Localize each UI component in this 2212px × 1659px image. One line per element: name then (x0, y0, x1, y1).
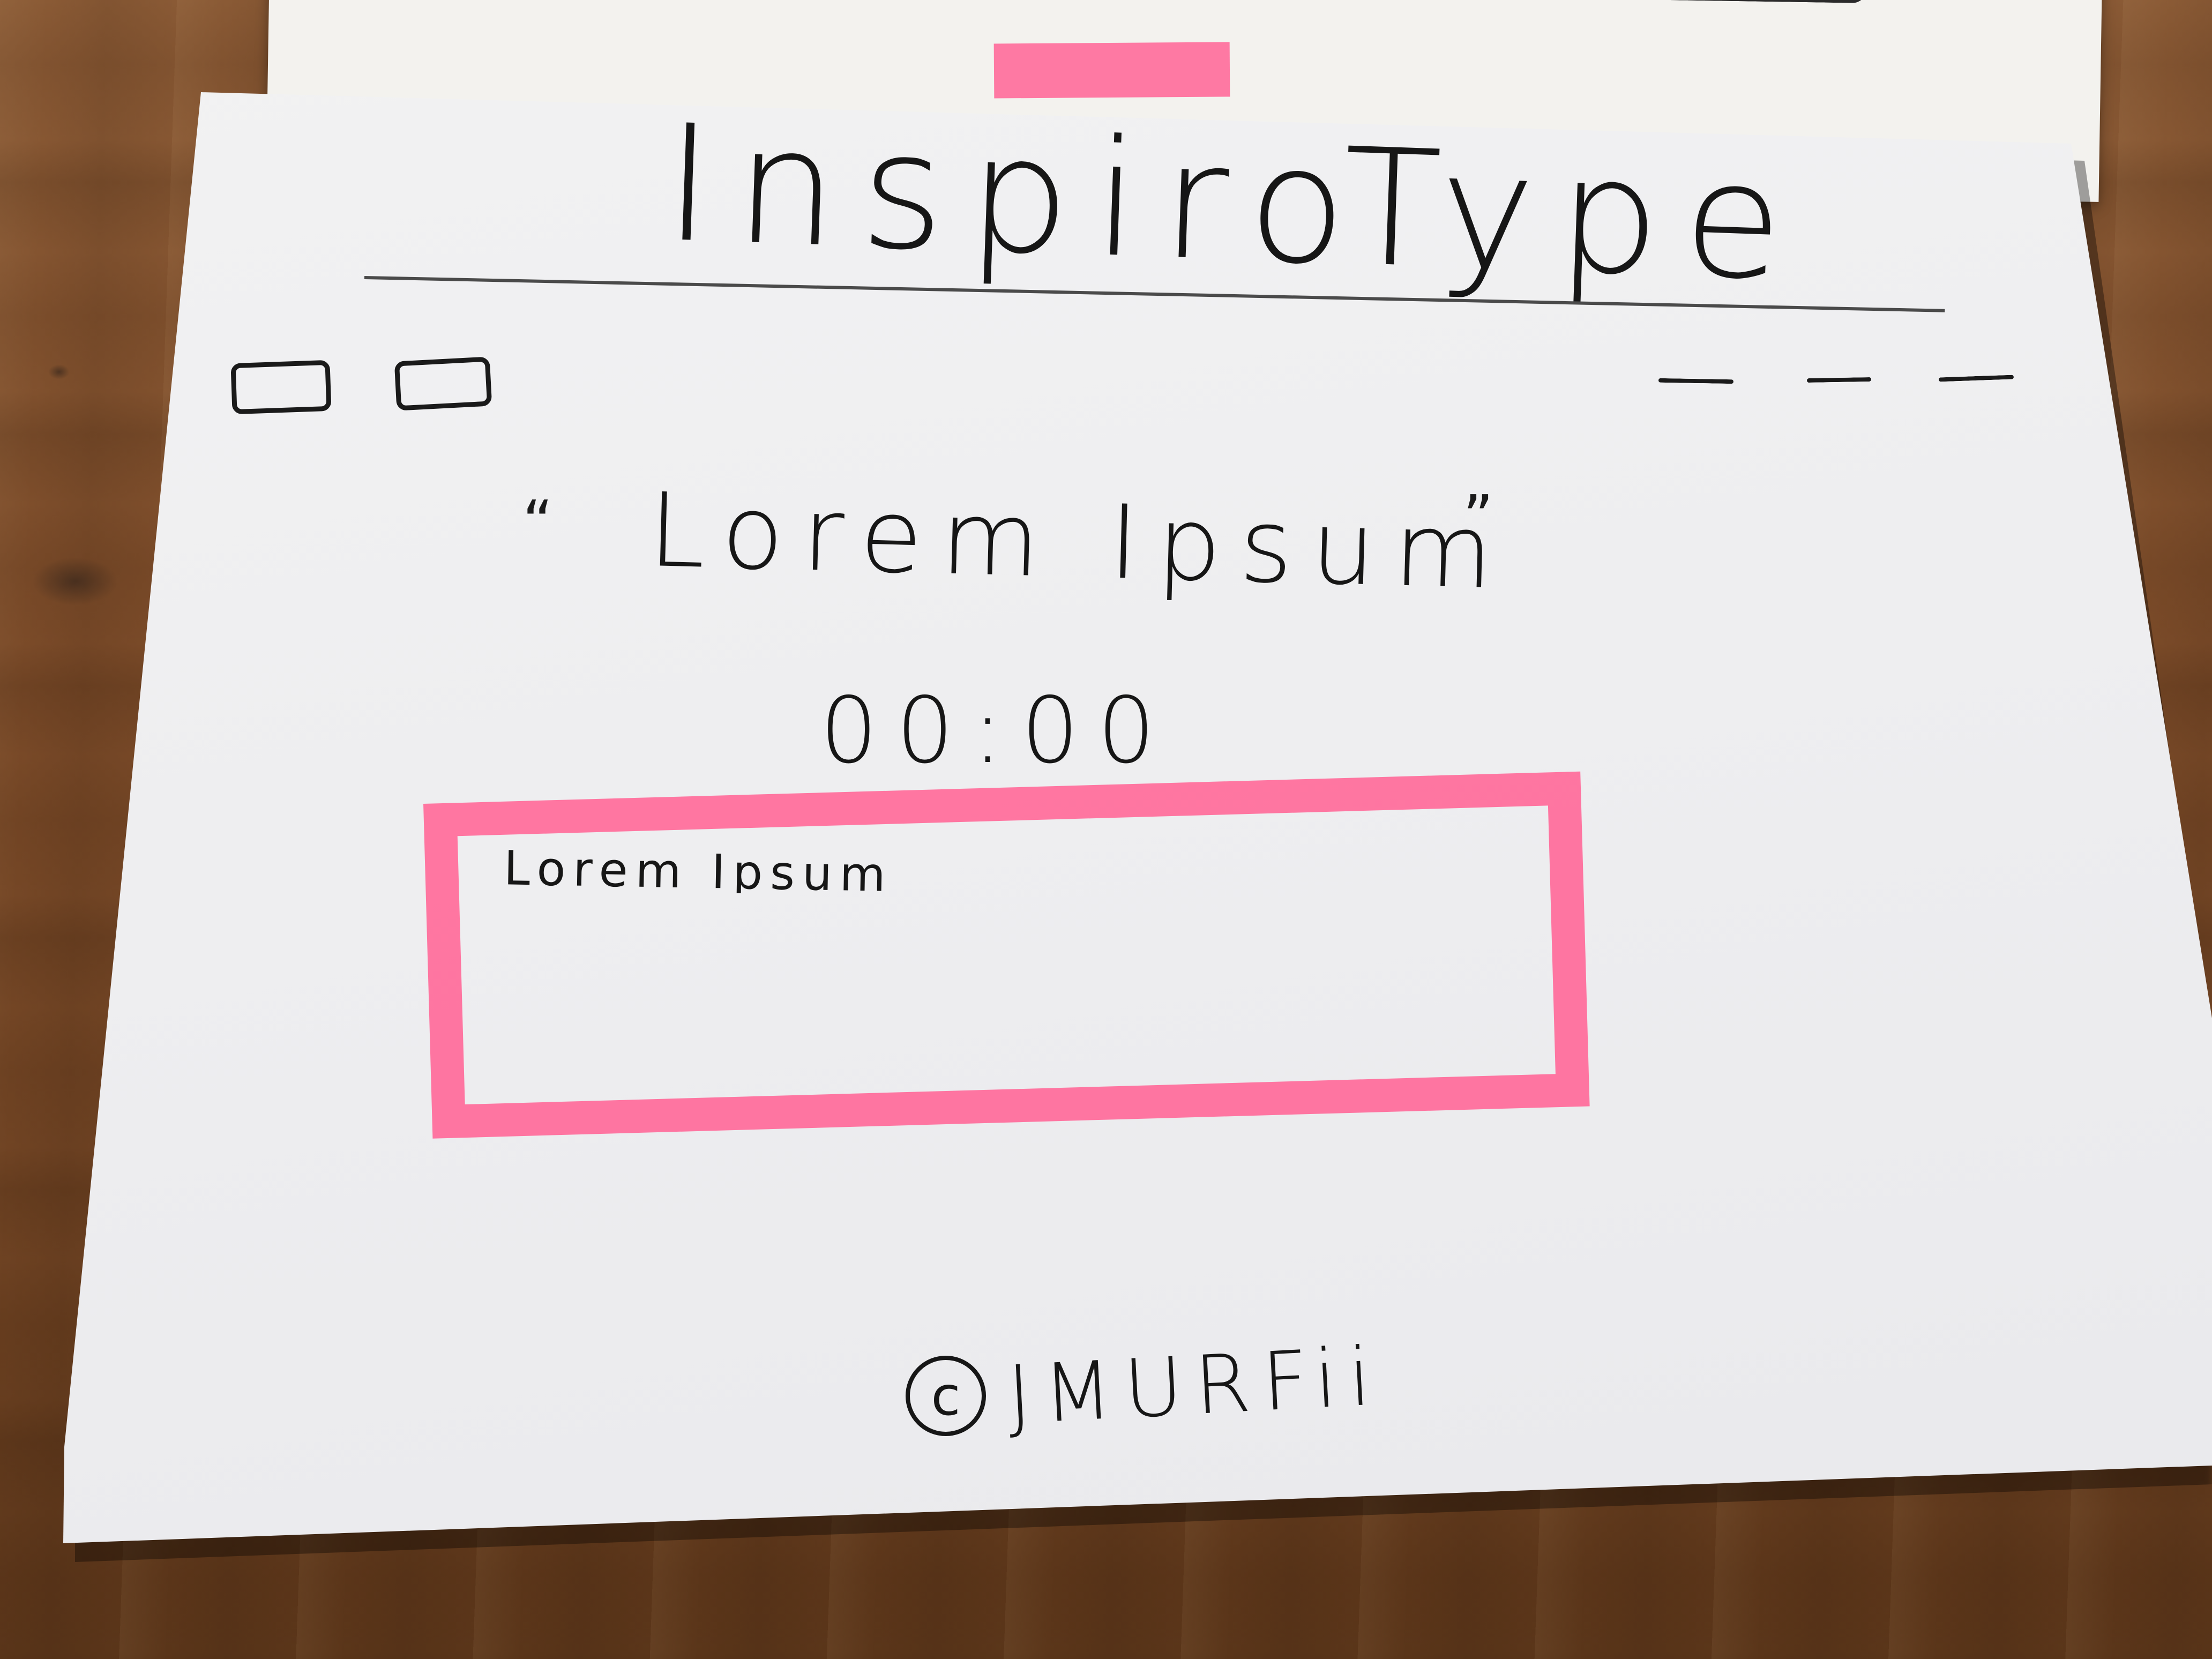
window-button-1[interactable] (230, 360, 332, 415)
wood-knot (48, 364, 70, 379)
copyright-icon: c (906, 1356, 986, 1436)
footer-author: JMURFii (1005, 1329, 1385, 1443)
typing-area-frame (423, 771, 1590, 1139)
background-sheet-box (585, 0, 1867, 3)
quote-text: Lorem Ipsum (647, 470, 1513, 612)
quote-open-mark: “ (522, 488, 553, 556)
timer-display: 00:00 (820, 678, 1174, 784)
app-title: InspiroType (661, 89, 1810, 317)
window-button-2[interactable] (394, 356, 492, 411)
wood-knot (32, 557, 118, 606)
copyright-symbol: c (931, 1364, 961, 1428)
quote-close-mark: ” (1463, 482, 1493, 551)
pink-tape (993, 42, 1230, 99)
